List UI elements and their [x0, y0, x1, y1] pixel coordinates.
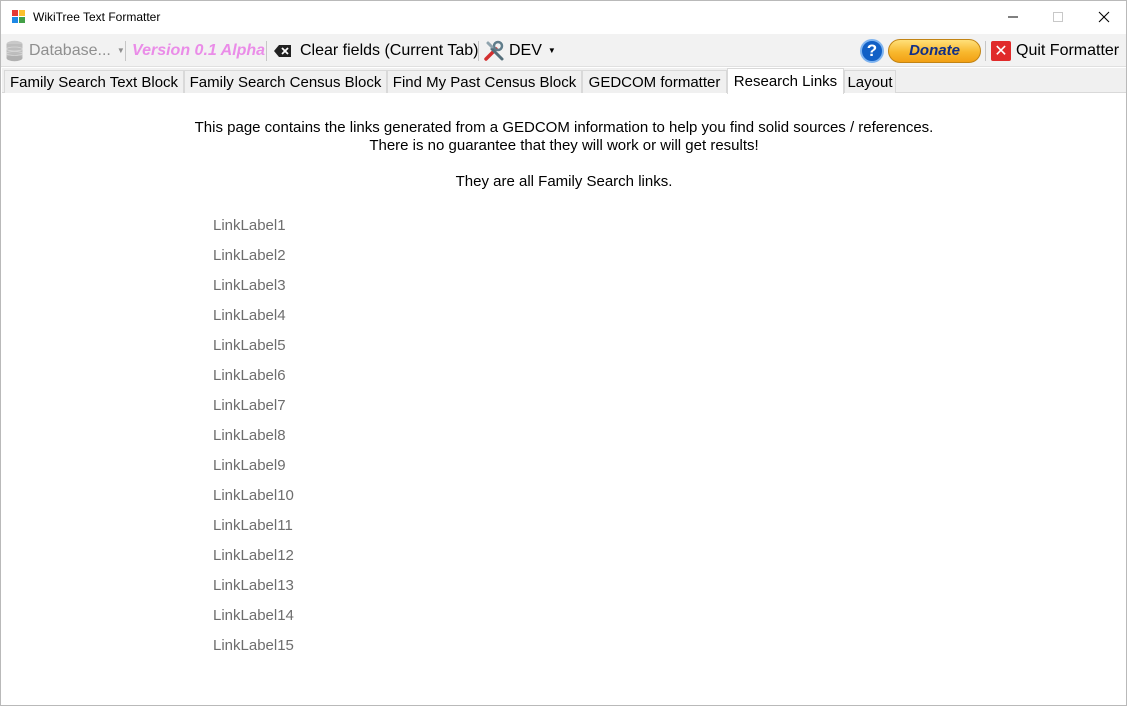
quit-icon: ✕: [991, 40, 1011, 61]
dev-label: DEV: [509, 41, 542, 59]
toolbar-separator: [478, 41, 479, 61]
link-label-3[interactable]: LinkLabel3: [213, 277, 286, 294]
toolbar: Database... ▼ Version 0.1 Alpha Clear fi…: [1, 34, 1126, 67]
app-icon: [12, 10, 26, 23]
link-label-11[interactable]: LinkLabel11: [213, 517, 293, 534]
database-label: Database...: [29, 41, 111, 59]
toolbar-separator: [266, 41, 267, 61]
clear-icon: [274, 44, 291, 57]
tools-icon: [484, 40, 504, 61]
help-button[interactable]: ?: [860, 34, 884, 67]
toolbar-separator: [985, 41, 986, 61]
window-title: WikiTree Text Formatter: [33, 10, 161, 24]
tab-family-search-census-block[interactable]: Family Search Census Block: [184, 70, 387, 93]
link-label-13[interactable]: LinkLabel13: [213, 577, 294, 594]
database-dropdown[interactable]: Database... ▼: [6, 34, 125, 67]
link-label-2[interactable]: LinkLabel2: [213, 247, 286, 264]
chevron-down-icon: ▼: [116, 46, 125, 55]
tab-find-my-past-census-block[interactable]: Find My Past Census Block: [387, 70, 582, 93]
tab-label: Layout: [847, 73, 893, 91]
clear-fields-button[interactable]: Clear fields (Current Tab): [274, 34, 478, 67]
link-label-9[interactable]: LinkLabel9: [213, 457, 286, 474]
tab-label: GEDCOM formatter: [588, 73, 721, 91]
chevron-down-icon: ▼: [547, 46, 556, 55]
intro-text-line2: There is no guarantee that they will wor…: [369, 137, 759, 154]
version-label: Version 0.1 Alpha: [132, 34, 265, 67]
intro-text-line1: This page contains the links generated f…: [194, 119, 934, 136]
link-label-6[interactable]: LinkLabel6: [213, 367, 286, 384]
link-label-12[interactable]: LinkLabel12: [213, 547, 294, 564]
help-icon: ?: [860, 38, 884, 63]
link-label-7[interactable]: LinkLabel7: [213, 397, 286, 414]
tab-strip: Family Search Text Block Family Search C…: [2, 68, 1126, 94]
tab-label: Research Links: [733, 73, 838, 90]
link-label-5[interactable]: LinkLabel5: [213, 337, 286, 354]
tab-label: Family Search Text Block: [9, 73, 179, 91]
maximize-button[interactable]: [1035, 1, 1081, 33]
dev-dropdown[interactable]: DEV ▼: [483, 34, 556, 67]
link-label-8[interactable]: LinkLabel8: [213, 427, 286, 444]
close-icon: [1098, 11, 1110, 23]
link-label-10[interactable]: LinkLabel10: [213, 487, 294, 504]
tab-label: Family Search Census Block: [189, 73, 382, 91]
research-links-panel: This page contains the links generated f…: [2, 93, 1126, 705]
link-label-15[interactable]: LinkLabel15: [213, 637, 294, 654]
link-label-14[interactable]: LinkLabel14: [213, 607, 294, 624]
tab-layout[interactable]: Layout: [844, 70, 896, 93]
close-button[interactable]: [1081, 1, 1127, 33]
database-icon: [6, 40, 23, 61]
title-bar: WikiTree Text Formatter: [1, 1, 1126, 33]
minimize-icon: [1008, 16, 1018, 18]
clear-fields-label: Clear fields (Current Tab): [300, 41, 479, 59]
version-text: Version 0.1 Alpha: [132, 41, 266, 59]
tab-research-links[interactable]: Research Links: [727, 68, 844, 94]
link-label-1[interactable]: LinkLabel1: [213, 217, 286, 234]
donate-button[interactable]: Donate: [888, 34, 981, 67]
quit-formatter-button[interactable]: ✕ Quit Formatter: [991, 34, 1119, 67]
minimize-button[interactable]: [990, 1, 1036, 33]
toolbar-separator: [125, 41, 126, 61]
app-window: WikiTree Text Formatter Database... ▼ Ve…: [0, 0, 1127, 706]
tab-gedcom-formatter[interactable]: GEDCOM formatter: [582, 70, 727, 93]
link-label-4[interactable]: LinkLabel4: [213, 307, 286, 324]
intro-text-line3: They are all Family Search links.: [455, 173, 673, 190]
maximize-icon: [1053, 12, 1063, 22]
tab-label: Find My Past Census Block: [392, 73, 577, 91]
quit-formatter-label: Quit Formatter: [1016, 41, 1120, 59]
donate-label: Donate: [888, 38, 981, 63]
tab-family-search-text-block[interactable]: Family Search Text Block: [4, 70, 184, 93]
